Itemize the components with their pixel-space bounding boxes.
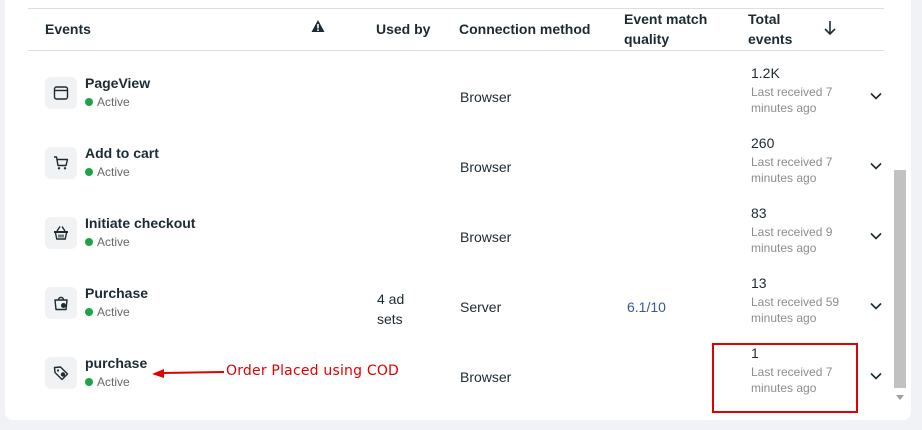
table-row[interactable]: Initiate checkout Active Browser 83 Last… <box>28 205 884 275</box>
shopping-bag-icon <box>54 296 68 311</box>
active-dot <box>85 308 93 316</box>
last-received-line2: minutes ago <box>751 241 817 255</box>
connection-method: Server <box>460 299 502 315</box>
table-header: Events Used by Connection method Event m… <box>28 8 884 51</box>
table-row[interactable]: Purchase Active 4 ad sets Server 6.1/10 … <box>28 275 884 345</box>
last-received-line1: Last received 7 <box>751 85 833 99</box>
status-badge: Active <box>85 164 130 180</box>
used-by-cell[interactable]: 4 ad sets <box>377 289 427 329</box>
chevron-down-icon[interactable] <box>870 232 882 240</box>
status-badge: Active <box>85 234 130 250</box>
total-events-count: 83 <box>751 205 767 221</box>
total-events-cell: 83 Last received 9 minutes ago <box>751 205 851 256</box>
last-received-line2: minutes ago <box>751 101 817 115</box>
event-name: PageView <box>85 75 151 91</box>
status-label: Active <box>97 375 130 389</box>
table-row[interactable]: Add to cart Active Browser 260 Last rece… <box>28 135 884 205</box>
tag-icon <box>53 366 69 381</box>
basket-icon <box>54 226 68 240</box>
event-icon-container <box>45 357 77 389</box>
event-icon-container <box>45 77 77 109</box>
connection-method: Browser <box>460 369 512 385</box>
event-match-quality-score[interactable]: 6.1/10 <box>627 299 666 315</box>
emq-header-line2: quality <box>624 31 670 47</box>
column-header-events[interactable]: Events <box>45 19 91 39</box>
scroll-down-arrow-icon[interactable] <box>895 394 905 402</box>
connection-method: Browser <box>460 229 512 245</box>
annotation-text: Order Placed using COD <box>226 363 400 379</box>
status-label: Active <box>97 235 130 249</box>
status-badge: Active <box>85 94 130 110</box>
table-row[interactable]: PageView Active Browser 1.2K Last receiv… <box>28 65 884 135</box>
shopping-cart-icon <box>54 156 69 170</box>
event-name: Add to cart <box>85 145 159 161</box>
chevron-down-icon[interactable] <box>870 372 882 380</box>
active-dot <box>85 378 93 386</box>
last-received-line1: Last received 9 <box>751 225 833 239</box>
total-header-line1: Total <box>748 11 781 27</box>
connection-method: Browser <box>460 89 512 105</box>
active-dot <box>85 238 93 246</box>
connection-method: Browser <box>460 159 512 175</box>
status-badge: Active <box>85 304 130 320</box>
used-by-line2: sets <box>377 311 403 327</box>
status-label: Active <box>97 95 130 109</box>
status-badge: Active <box>85 374 130 390</box>
total-events-count: 1.2K <box>751 65 780 81</box>
browser-window-icon <box>53 86 69 100</box>
chevron-down-icon[interactable] <box>870 302 882 310</box>
annotation-arrow-icon <box>152 369 225 378</box>
event-icon-container <box>45 287 77 319</box>
total-events-count: 13 <box>751 275 767 291</box>
last-received-line1: Last received 59 <box>751 295 840 309</box>
active-dot <box>85 98 93 106</box>
event-name: Purchase <box>85 285 149 301</box>
emq-header-line1: Event match <box>624 11 708 27</box>
total-events-count: 260 <box>751 135 775 151</box>
event-icon-container <box>45 147 77 179</box>
annotation-highlight-box <box>712 343 858 413</box>
sort-descending-icon[interactable] <box>823 20 837 36</box>
column-header-connection-method[interactable]: Connection method <box>459 19 590 39</box>
used-by-line1: 4 ad <box>377 291 405 307</box>
total-header-line2: events <box>748 31 793 47</box>
status-label: Active <box>97 305 130 319</box>
active-dot <box>85 168 93 176</box>
column-header-event-match-quality[interactable]: Event match quality <box>624 9 707 49</box>
chevron-down-icon[interactable] <box>870 162 882 170</box>
event-icon-container <box>45 217 77 249</box>
chevron-down-icon[interactable] <box>870 92 882 100</box>
event-name: Initiate checkout <box>85 215 196 231</box>
event-name: purchase <box>85 355 148 371</box>
total-events-cell: 1.2K Last received 7 minutes ago <box>751 65 851 116</box>
column-header-used-by[interactable]: Used by <box>376 19 430 39</box>
warning-icon[interactable] <box>311 19 325 33</box>
last-received-line2: minutes ago <box>751 171 817 185</box>
status-label: Active <box>97 165 130 179</box>
total-events-cell: 13 Last received 59 minutes ago <box>751 275 851 326</box>
column-header-total-events[interactable]: Total events <box>748 9 792 49</box>
last-received-line1: Last received 7 <box>751 155 833 169</box>
scrollbar-thumb[interactable] <box>894 170 906 388</box>
last-received-line2: minutes ago <box>751 311 817 325</box>
total-events-cell: 260 Last received 7 minutes ago <box>751 135 851 186</box>
